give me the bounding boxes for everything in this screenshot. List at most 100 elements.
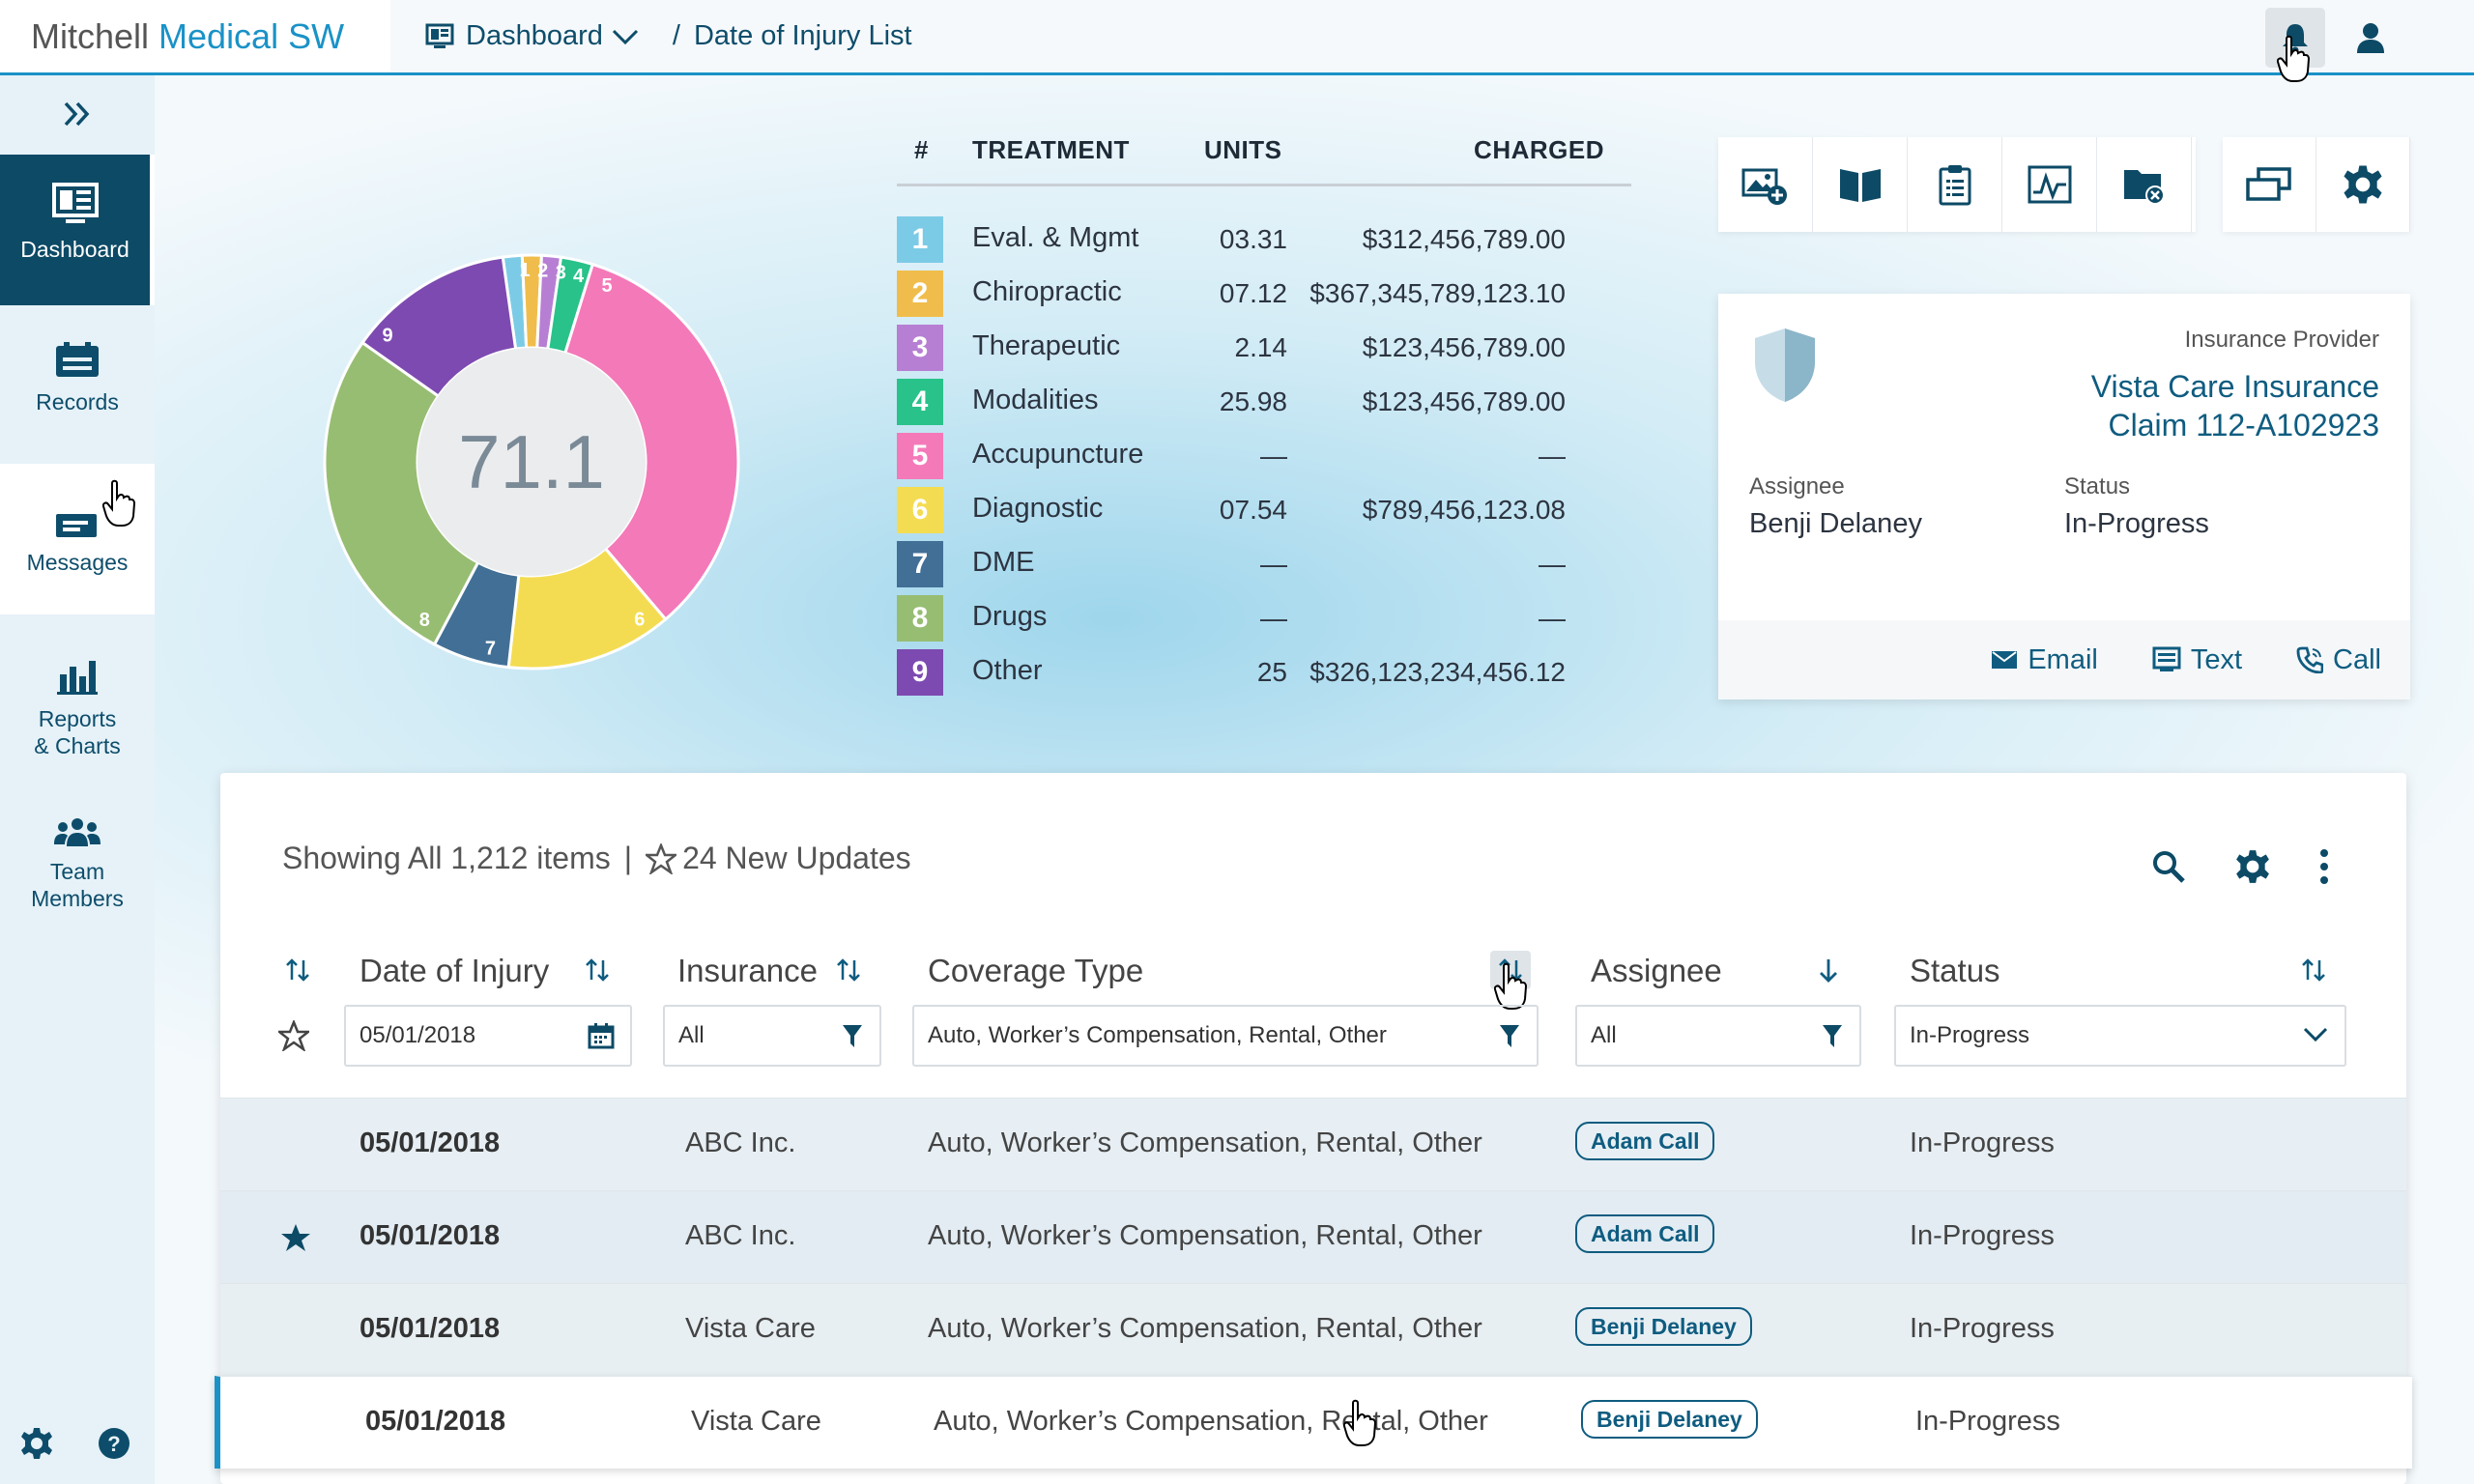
- provider-name: Vista Care Insurance: [2090, 369, 2379, 404]
- sort-star-icon[interactable]: [284, 956, 311, 984]
- remove-folder-button[interactable]: [2097, 137, 2192, 232]
- gear-icon[interactable]: [2234, 848, 2271, 885]
- row-insurance: Vista Care: [691, 1406, 821, 1437]
- treatment-number-badge: 6: [897, 487, 943, 533]
- row-insurance: ABC Inc.: [685, 1220, 796, 1251]
- book-button[interactable]: [1813, 137, 1908, 232]
- contact-actions: Email Text Call: [1718, 620, 2410, 699]
- gear-icon[interactable]: [19, 1426, 54, 1461]
- treatment-row: 5 Accupuncture — —: [897, 433, 1631, 479]
- records-icon: [54, 334, 101, 379]
- filter-icon: [843, 1025, 862, 1047]
- sidebar-item-team-members[interactable]: Team Members: [0, 790, 155, 935]
- settings-button[interactable]: [2316, 137, 2410, 232]
- breadcrumb-dashboard-link[interactable]: Dashboard: [466, 20, 603, 52]
- row-status: In-Progress: [1910, 1220, 2055, 1251]
- breadcrumb-current: Date of Injury List: [693, 20, 912, 51]
- star-outline-icon[interactable]: [646, 842, 677, 874]
- book-icon: [1839, 169, 1881, 202]
- date-filter-value: 05/01/2018: [360, 1022, 476, 1048]
- assignee-badge[interactable]: Adam Call: [1575, 1214, 1715, 1253]
- donut-slice-label: 9: [382, 326, 392, 347]
- search-icon[interactable]: [2151, 849, 2186, 884]
- assignee-filter-select[interactable]: All: [1575, 1005, 1861, 1067]
- row-date: 05/01/2018: [360, 1313, 501, 1344]
- treatment-units: 07.54: [1219, 495, 1287, 525]
- donut-slice-label: 4: [573, 266, 585, 287]
- donut-slice-label: 7: [485, 638, 496, 659]
- sidebar-item-reports-charts[interactable]: Reports & Charts: [0, 636, 155, 781]
- email-button[interactable]: Email: [1991, 644, 2098, 676]
- pulse-chart-icon: [2028, 165, 2071, 204]
- sidebar-item-label: Records: [36, 389, 119, 414]
- assignee-badge[interactable]: Benji Delaney: [1575, 1307, 1752, 1346]
- table-row[interactable]: 05/01/2018 ABC Inc. Auto, Worker’s Compens…: [220, 1190, 2406, 1283]
- row-status: In-Progress: [1910, 1313, 2055, 1344]
- row-coverage: Auto, Worker’s Compensation, Rental, Oth…: [934, 1406, 1488, 1437]
- sidebar-item-records[interactable]: Records: [0, 305, 155, 460]
- table-row[interactable]: 05/01/2018 Vista Care Auto, Worker’s Compe…: [215, 1376, 2412, 1469]
- treatment-name: DME: [972, 547, 1035, 578]
- add-image-button[interactable]: [1718, 137, 1813, 232]
- help-icon[interactable]: ?: [97, 1426, 131, 1461]
- treatment-number-badge: 2: [897, 271, 943, 317]
- top-bar: Mitchell Medical SW Dashboard / Date of …: [0, 0, 2474, 75]
- status-filter-select[interactable]: In-Progress: [1894, 1005, 2346, 1067]
- phone-icon: [2296, 646, 2324, 673]
- col-header-insurance[interactable]: Insurance: [677, 953, 818, 989]
- row-date: 05/01/2018: [365, 1406, 506, 1437]
- col-header-coverage[interactable]: Coverage Type: [928, 953, 1143, 989]
- sort-descending-icon[interactable]: [1817, 956, 1840, 984]
- envelope-icon: [1992, 651, 2018, 669]
- call-button[interactable]: Call: [2296, 644, 2381, 676]
- claim-number: Claim 112-A102923: [2108, 408, 2379, 442]
- row-coverage: Auto, Worker’s Compensation, Rental, Oth…: [928, 1313, 1482, 1344]
- treatment-row: 2 Chiropractic 07.12 $367,345,789,123.10: [897, 271, 1631, 317]
- table-row[interactable]: 05/01/2018 ABC Inc. Auto, Worker’s Compens…: [220, 1098, 2406, 1190]
- insurance-filter-select[interactable]: All: [663, 1005, 881, 1067]
- sms-icon: [2152, 646, 2181, 671]
- sort-insurance-icon[interactable]: [835, 956, 862, 984]
- treatment-name: Therapeutic: [972, 330, 1121, 361]
- chevron-down-icon[interactable]: [611, 27, 640, 46]
- multi-window-button[interactable]: [2223, 137, 2316, 232]
- user-profile-button[interactable]: [2341, 8, 2401, 68]
- row-insurance: ABC Inc.: [685, 1127, 796, 1158]
- brand-name-part2: Medical SW: [158, 16, 345, 56]
- windows-icon: [2246, 167, 2291, 201]
- sort-status-icon[interactable]: [2300, 956, 2327, 984]
- brand-logo[interactable]: Mitchell Medical SW: [0, 0, 390, 72]
- hand-cursor-icon: [102, 479, 135, 527]
- treatment-charged: —: [1539, 441, 1566, 471]
- coverage-filter-select[interactable]: Auto, Worker’s Compensation, Rental, Oth…: [912, 1005, 1539, 1067]
- bar-chart-icon: [56, 651, 99, 696]
- table-row[interactable]: 05/01/2018 Vista Care Auto, Worker’s Compe…: [220, 1283, 2406, 1376]
- new-updates-link[interactable]: 24 New Updates: [682, 841, 911, 876]
- treatment-name: Diagnostic: [972, 493, 1104, 524]
- donut-slice-label: 3: [556, 262, 566, 283]
- vitals-chart-button[interactable]: [2002, 137, 2097, 232]
- col-header-units: UNITS: [1204, 135, 1282, 164]
- col-header-date[interactable]: Date of Injury: [360, 953, 549, 989]
- more-vertical-icon[interactable]: [2319, 848, 2329, 885]
- col-header-status[interactable]: Status: [1910, 953, 2000, 989]
- date-filter-input[interactable]: 05/01/2018: [344, 1005, 632, 1067]
- treatment-number-badge: 4: [897, 379, 943, 425]
- star-filter-icon[interactable]: [278, 1020, 309, 1051]
- calendar-icon[interactable]: [588, 1022, 615, 1049]
- treatment-charged: —: [1539, 549, 1566, 579]
- provider-name-link[interactable]: Vista Care Insurance Claim 112-A102923: [2091, 367, 2379, 444]
- assignee-badge[interactable]: Benji Delaney: [1581, 1400, 1758, 1439]
- treatment-row: 6 Diagnostic 07.54 $789,456,123.08: [897, 487, 1631, 533]
- assignee-badge[interactable]: Adam Call: [1575, 1122, 1715, 1160]
- expand-sidebar-button[interactable]: [0, 75, 155, 153]
- add-image-icon: [1741, 168, 1787, 205]
- sort-date-icon[interactable]: [584, 956, 611, 984]
- star-filled-icon[interactable]: [280, 1222, 311, 1253]
- clipboard-button[interactable]: [1908, 137, 2002, 232]
- treatment-number-badge: 9: [897, 649, 943, 696]
- col-header-assignee[interactable]: Assignee: [1591, 953, 1722, 989]
- text-button[interactable]: Text: [2152, 644, 2242, 676]
- messages-icon: [54, 495, 101, 539]
- sidebar-item-dashboard[interactable]: Dashboard: [0, 155, 155, 305]
